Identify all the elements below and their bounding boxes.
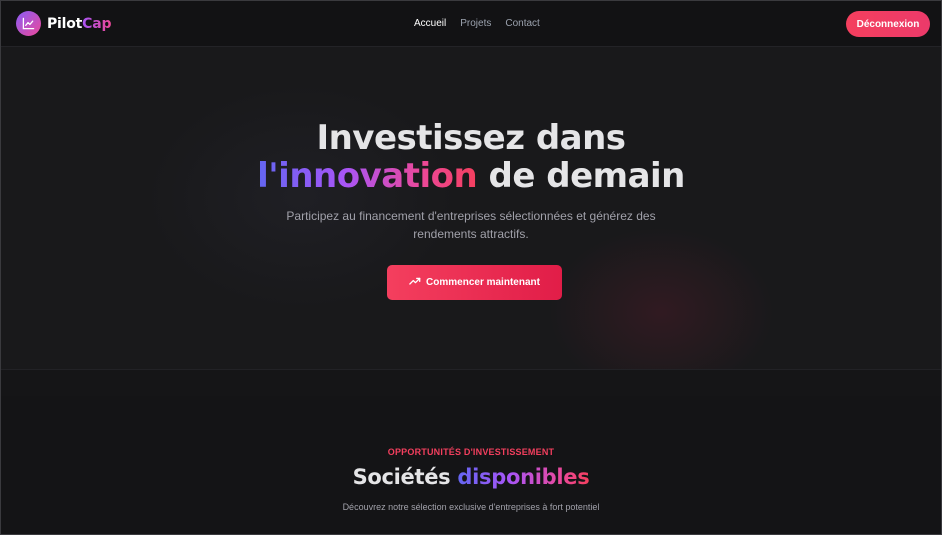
chart-line-icon (16, 11, 41, 36)
section-title-plain: Sociétés (352, 465, 458, 489)
hero-title: Investissez dans l'innovation de demain (1, 119, 941, 195)
page: PilotCap Accueil Projets Contact Déconne… (0, 0, 942, 535)
brand-name: PilotCap (47, 15, 112, 32)
brand-name-part2: Cap (82, 15, 112, 32)
nav-link-accueil[interactable]: Accueil (414, 18, 446, 29)
section-subtitle: Découvrez notre sélection exclusive d'en… (342, 502, 600, 512)
hero-title-highlight: l'innovation (257, 156, 478, 196)
start-now-label: Commencer maintenant (426, 277, 540, 288)
companies-section: OPPORTUNITÉS D'INVESTISSEMENT Sociétés d… (1, 396, 941, 534)
top-navbar: PilotCap Accueil Projets Contact Déconne… (1, 1, 941, 47)
section-title: Sociétés disponibles (1, 465, 941, 489)
hero-subtitle: Participez au financement d'entreprises … (286, 209, 656, 241)
logout-button[interactable]: Déconnexion (846, 11, 930, 37)
start-now-button[interactable]: Commencer maintenant (387, 265, 562, 300)
trending-up-icon (409, 276, 421, 289)
nav-link-projets[interactable]: Projets (460, 18, 491, 29)
section-eyebrow: OPPORTUNITÉS D'INVESTISSEMENT (387, 447, 555, 457)
main-nav: Accueil Projets Contact (414, 18, 540, 29)
hero-section: Investissez dans l'innovation de demain … (1, 47, 941, 369)
section-divider (1, 369, 941, 397)
hero-title-line1: Investissez dans (316, 118, 626, 158)
nav-link-contact[interactable]: Contact (505, 18, 539, 29)
brand[interactable]: PilotCap (16, 11, 112, 36)
hero-title-rest: de demain (477, 156, 686, 196)
section-title-highlight: disponibles (457, 465, 590, 489)
brand-name-part1: Pilot (47, 15, 83, 32)
